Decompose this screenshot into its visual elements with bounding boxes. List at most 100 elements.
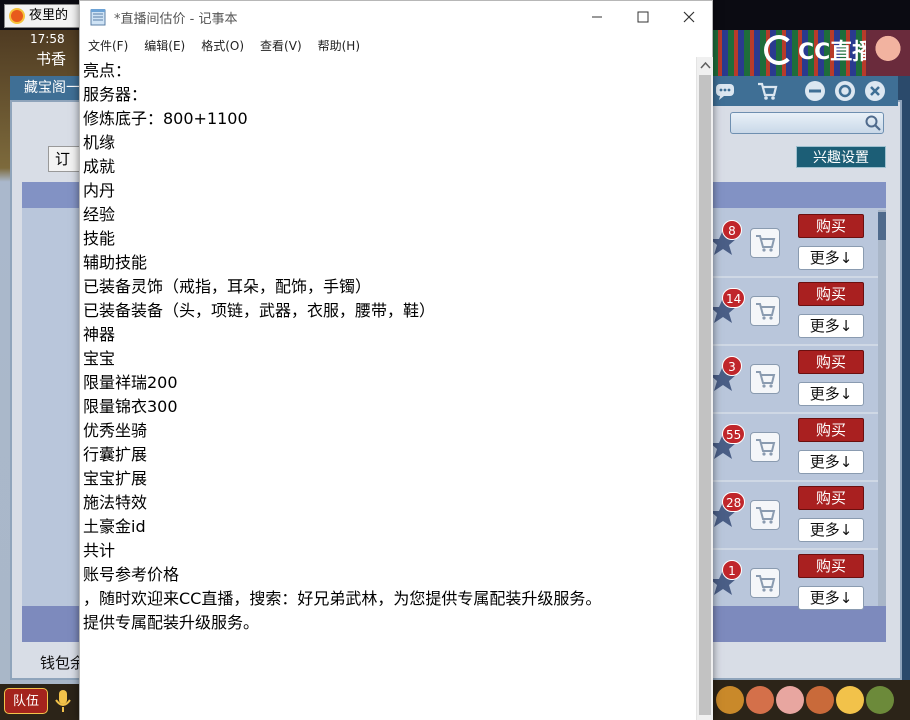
- menu-edit[interactable]: 编辑(E): [136, 33, 193, 57]
- favorite-count-badge: 8: [722, 220, 742, 240]
- cookie-icon[interactable]: [806, 686, 834, 714]
- close-button[interactable]: [666, 1, 712, 33]
- text-line: 已装备装备（头，项链，武器，衣服，腰带，鞋）: [83, 301, 436, 320]
- buy-button[interactable]: 购买: [798, 282, 864, 306]
- cart-icon: [756, 235, 776, 252]
- text-line: 限量锦衣300: [83, 397, 178, 416]
- text-line: 施法特效: [83, 493, 148, 512]
- add-to-cart-button[interactable]: [750, 568, 780, 598]
- text-line: 修炼底子：800+1100: [83, 109, 248, 128]
- scroll-up-arrow-icon[interactable]: [697, 57, 714, 74]
- cc-live-watermark: CC直播: [764, 34, 874, 66]
- minimize-button[interactable]: [574, 1, 620, 33]
- cart-icon: [756, 575, 776, 592]
- row-divider: [712, 344, 878, 346]
- text-line: 辅助技能: [83, 253, 148, 272]
- more-button[interactable]: 更多↓: [798, 450, 864, 474]
- row-divider: [712, 276, 878, 278]
- notepad-vertical-scrollbar[interactable]: [696, 57, 713, 720]
- buy-button[interactable]: 购买: [798, 486, 864, 510]
- text-line: 宝宝扩展: [83, 469, 148, 488]
- text-line: 亮点：: [83, 61, 132, 80]
- game-tab-title: 夜里的: [29, 8, 69, 23]
- text-line: 技能: [83, 229, 116, 248]
- add-to-cart-button[interactable]: [750, 296, 780, 326]
- cart-icon: [756, 439, 776, 456]
- cart-icon: [756, 507, 776, 524]
- microphone-icon[interactable]: [52, 688, 74, 714]
- peach-icon[interactable]: [776, 686, 804, 714]
- avatar[interactable]: [866, 30, 910, 76]
- search-input[interactable]: [730, 112, 884, 134]
- text-line: 成就: [83, 157, 116, 176]
- game-bookstore-label: 书香: [36, 50, 67, 68]
- buy-button[interactable]: 购买: [798, 418, 864, 442]
- notepad-scrollbar-thumb[interactable]: [699, 75, 711, 715]
- text-line: 限量祥瑞200: [83, 373, 178, 392]
- favorite-count-badge: 55: [722, 424, 746, 444]
- text-line: 内丹: [83, 181, 116, 200]
- maximize-button[interactable]: [620, 1, 666, 33]
- more-button[interactable]: 更多↓: [798, 246, 864, 270]
- notepad-window: *直播间估价 - 记事本 文件(F) 编辑(E) 格式(O) 查看(V) 帮助(…: [79, 0, 713, 720]
- interest-settings-button[interactable]: 兴趣设置: [796, 146, 886, 168]
- cart-icon: [756, 371, 776, 388]
- smiley-icon[interactable]: [836, 686, 864, 714]
- text-line: 优秀坐骑: [83, 421, 148, 440]
- close-icon[interactable]: [864, 80, 886, 102]
- more-button[interactable]: 更多↓: [798, 382, 864, 406]
- team-button[interactable]: 队伍: [4, 688, 48, 714]
- notepad-text-area[interactable]: 亮点： 服务器： 修炼底子：800+1100 机缘 成就 内丹 经验 技能 辅助…: [80, 57, 696, 720]
- more-button[interactable]: 更多↓: [798, 518, 864, 542]
- notepad-titlebar[interactable]: *直播间估价 - 记事本: [80, 1, 712, 33]
- add-to-cart-button[interactable]: [750, 228, 780, 258]
- notepad-title: *直播间估价 - 记事本: [114, 12, 238, 27]
- menu-view[interactable]: 查看(V): [252, 33, 310, 57]
- sword-icon[interactable]: [716, 686, 744, 714]
- text-line: 行囊扩展: [83, 445, 148, 464]
- cart-icon[interactable]: [756, 80, 778, 102]
- menu-help[interactable]: 帮助(H): [310, 33, 368, 57]
- add-to-cart-button[interactable]: [750, 364, 780, 394]
- game-app-icon: [9, 8, 25, 24]
- more-button[interactable]: 更多↓: [798, 586, 864, 610]
- item-list-scrollbar[interactable]: [878, 210, 886, 606]
- treasure-pavilion-header: 藏宝阁一: [10, 76, 80, 100]
- text-line: 共计: [83, 541, 116, 560]
- favorite-count-badge: 14: [722, 288, 746, 308]
- text-line: 机缘: [83, 133, 116, 152]
- chat-icon[interactable]: [714, 80, 736, 102]
- cc-logo-icon: [764, 35, 794, 65]
- menu-format[interactable]: 格式(O): [193, 33, 252, 57]
- menu-file[interactable]: 文件(F): [80, 33, 136, 57]
- row-divider: [712, 548, 878, 550]
- row-divider: [712, 480, 878, 482]
- scroll-icon[interactable]: [746, 686, 774, 714]
- settings-icon[interactable]: [834, 80, 856, 102]
- text-line: 账号参考价格: [83, 565, 180, 584]
- buy-button[interactable]: 购买: [798, 350, 864, 374]
- text-line: 经验: [83, 205, 116, 224]
- notepad-app-icon: [90, 9, 106, 26]
- wallet-label: 钱包余: [40, 654, 80, 672]
- game-clock: 17:58: [30, 32, 65, 46]
- game-taskbar-tab[interactable]: 夜里的: [4, 4, 82, 28]
- favorite-count-badge: 1: [722, 560, 742, 580]
- search-icon[interactable]: [864, 114, 882, 132]
- add-to-cart-button[interactable]: [750, 500, 780, 530]
- favorite-count-badge: 3: [722, 356, 742, 376]
- buy-button[interactable]: 购买: [798, 214, 864, 238]
- text-line: 土豪金id: [83, 517, 146, 536]
- notepad-menubar: 文件(F) 编辑(E) 格式(O) 查看(V) 帮助(H): [80, 33, 712, 57]
- more-button[interactable]: 更多↓: [798, 314, 864, 338]
- row-divider: [712, 412, 878, 414]
- item-list-scrollbar-thumb[interactable]: [878, 212, 886, 240]
- minimize-icon[interactable]: [804, 80, 826, 102]
- order-button[interactable]: 订单: [48, 146, 80, 172]
- pet-icon[interactable]: [866, 686, 894, 714]
- buy-button[interactable]: 购买: [798, 554, 864, 578]
- text-line: 已装备灵饰（戒指，耳朵，配饰，手镯）: [83, 277, 372, 296]
- text-line: ，随时欢迎来CC直播，搜索：好兄弟武林，为您提供专属配装升级服务。: [83, 589, 602, 608]
- add-to-cart-button[interactable]: [750, 432, 780, 462]
- cc-logo-text: CC直播: [798, 40, 875, 65]
